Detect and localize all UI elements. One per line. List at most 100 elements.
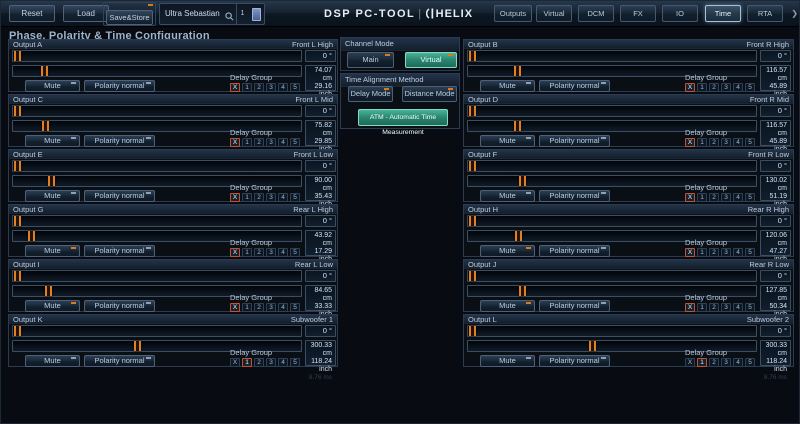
phase-value-field[interactable]: 0 °: [760, 50, 791, 62]
delay-group-1[interactable]: 1: [697, 358, 707, 367]
delay-group-2[interactable]: 2: [254, 193, 264, 202]
delay-value-box[interactable]: 74.07 cm 29.16 inch 2.16 ms: [305, 65, 336, 106]
delay-group-4[interactable]: 4: [278, 193, 288, 202]
delay-slider-handle[interactable]: [47, 176, 55, 186]
delay-group-4[interactable]: 4: [278, 303, 288, 312]
mute-button[interactable]: Mute: [480, 300, 535, 312]
delay-group-x[interactable]: X: [230, 138, 240, 147]
delay-cm-value[interactable]: 116.57 cm: [761, 122, 787, 138]
polarity-button[interactable]: Polarity normal: [84, 245, 155, 257]
phase-slider[interactable]: [467, 270, 757, 282]
phase-value-field[interactable]: 0 °: [760, 160, 791, 172]
delay-slider-handle[interactable]: [41, 121, 49, 131]
polarity-button[interactable]: Polarity normal: [84, 190, 155, 202]
delay-group-2[interactable]: 2: [254, 248, 264, 257]
phase-slider[interactable]: [12, 160, 302, 172]
mute-button[interactable]: Mute: [25, 355, 80, 367]
polarity-button[interactable]: Polarity normal: [539, 190, 610, 202]
delay-group-5[interactable]: 5: [290, 83, 300, 92]
delay-group-1[interactable]: 1: [242, 138, 252, 147]
phase-value-field[interactable]: 0 °: [305, 325, 336, 337]
delay-group-5[interactable]: 5: [290, 303, 300, 312]
delay-group-2[interactable]: 2: [709, 358, 719, 367]
delay-group-5[interactable]: 5: [745, 248, 755, 257]
phase-slider[interactable]: [12, 325, 302, 337]
delay-cm-value[interactable]: 300.33 cm: [761, 342, 787, 358]
polarity-button[interactable]: Polarity normal: [84, 80, 155, 92]
profile-count-stepper[interactable]: 1: [236, 4, 248, 24]
phase-slider-handle[interactable]: [469, 161, 476, 171]
phase-slider-handle[interactable]: [14, 161, 21, 171]
delay-group-3[interactable]: 3: [721, 358, 731, 367]
delay-group-1[interactable]: 1: [697, 138, 707, 147]
phase-value-field[interactable]: 0 °: [305, 270, 336, 282]
profile-field[interactable]: Ultra Sebastian 1: [159, 3, 265, 25]
delay-group-x[interactable]: X: [685, 193, 695, 202]
delay-slider-handle[interactable]: [41, 66, 49, 76]
phase-slider[interactable]: [467, 160, 757, 172]
delay-group-2[interactable]: 2: [709, 303, 719, 312]
delay-group-4[interactable]: 4: [733, 248, 743, 257]
delay-group-3[interactable]: 3: [266, 248, 276, 257]
delay-group-1[interactable]: 1: [697, 248, 707, 257]
delay-cm-value[interactable]: 75.82 cm: [306, 122, 332, 138]
delay-group-1[interactable]: 1: [242, 248, 252, 257]
mute-button[interactable]: Mute: [480, 190, 535, 202]
delay-slider-handle[interactable]: [588, 341, 596, 351]
atm-button[interactable]: ATM - Automatic Time Measurement: [358, 109, 448, 136]
phase-slider[interactable]: [12, 215, 302, 227]
delay-group-4[interactable]: 4: [733, 358, 743, 367]
distance-mode-button[interactable]: Distance Mode: [402, 86, 457, 102]
delay-value-box[interactable]: 75.82 cm 29.85 inch 2.21 ms: [305, 120, 336, 161]
delay-cm-value[interactable]: 127.85 cm: [761, 287, 787, 303]
delay-value-box[interactable]: 84.65 cm 33.33 inch 2.47 ms: [305, 285, 336, 326]
mute-button[interactable]: Mute: [25, 190, 80, 202]
phase-slider-handle[interactable]: [469, 106, 476, 116]
delay-value-box[interactable]: 127.85 cm 50.34 inch 3.73 ms: [760, 285, 791, 326]
delay-group-x[interactable]: X: [685, 248, 695, 257]
delay-inch-value[interactable]: 118.24 inch: [306, 358, 332, 374]
delay-group-3[interactable]: 3: [266, 358, 276, 367]
delay-cm-value[interactable]: 74.07 cm: [306, 67, 332, 83]
delay-group-5[interactable]: 5: [745, 358, 755, 367]
delay-cm-value[interactable]: 130.02 cm: [761, 177, 787, 193]
phase-slider[interactable]: [12, 50, 302, 62]
polarity-button[interactable]: Polarity normal: [84, 135, 155, 147]
delay-slider-handle[interactable]: [133, 341, 141, 351]
polarity-button[interactable]: Polarity normal: [539, 245, 610, 257]
delay-group-x[interactable]: X: [685, 358, 695, 367]
delay-group-5[interactable]: 5: [745, 138, 755, 147]
delay-group-2[interactable]: 2: [709, 193, 719, 202]
polarity-button[interactable]: Polarity normal: [84, 355, 155, 367]
delay-group-1[interactable]: 1: [242, 83, 252, 92]
nav-tab-time[interactable]: Time: [705, 5, 741, 22]
delay-group-4[interactable]: 4: [278, 248, 288, 257]
nav-tab-io[interactable]: IO: [662, 5, 698, 22]
phase-slider-handle[interactable]: [14, 51, 21, 61]
delay-group-x[interactable]: X: [230, 303, 240, 312]
mute-button[interactable]: Mute: [480, 135, 535, 147]
phase-value-field[interactable]: 0 °: [305, 50, 336, 62]
polarity-button[interactable]: Polarity normal: [84, 300, 155, 312]
delay-group-x[interactable]: X: [685, 303, 695, 312]
phase-slider-handle[interactable]: [14, 216, 21, 226]
phase-value-field[interactable]: 0 °: [305, 105, 336, 117]
delay-group-2[interactable]: 2: [254, 83, 264, 92]
delay-group-4[interactable]: 4: [733, 83, 743, 92]
nav-more-arrow[interactable]: ❯: [791, 9, 798, 18]
delay-group-4[interactable]: 4: [733, 303, 743, 312]
delay-group-5[interactable]: 5: [745, 83, 755, 92]
phase-slider-handle[interactable]: [14, 326, 21, 336]
delay-cm-value[interactable]: 90.00 cm: [306, 177, 332, 193]
delay-inch-value[interactable]: 118.24 inch: [761, 358, 787, 374]
phase-value-field[interactable]: 0 °: [305, 215, 336, 227]
phase-value-field[interactable]: 0 °: [760, 215, 791, 227]
search-icon[interactable]: [225, 9, 234, 29]
delay-group-4[interactable]: 4: [733, 138, 743, 147]
mute-button[interactable]: Mute: [25, 300, 80, 312]
delay-slider-handle[interactable]: [519, 176, 527, 186]
delay-value-box[interactable]: 90.00 cm 35.43 inch 2.62 ms: [305, 175, 336, 216]
mute-button[interactable]: Mute: [25, 245, 80, 257]
delay-group-2[interactable]: 2: [254, 138, 264, 147]
delay-group-5[interactable]: 5: [290, 358, 300, 367]
